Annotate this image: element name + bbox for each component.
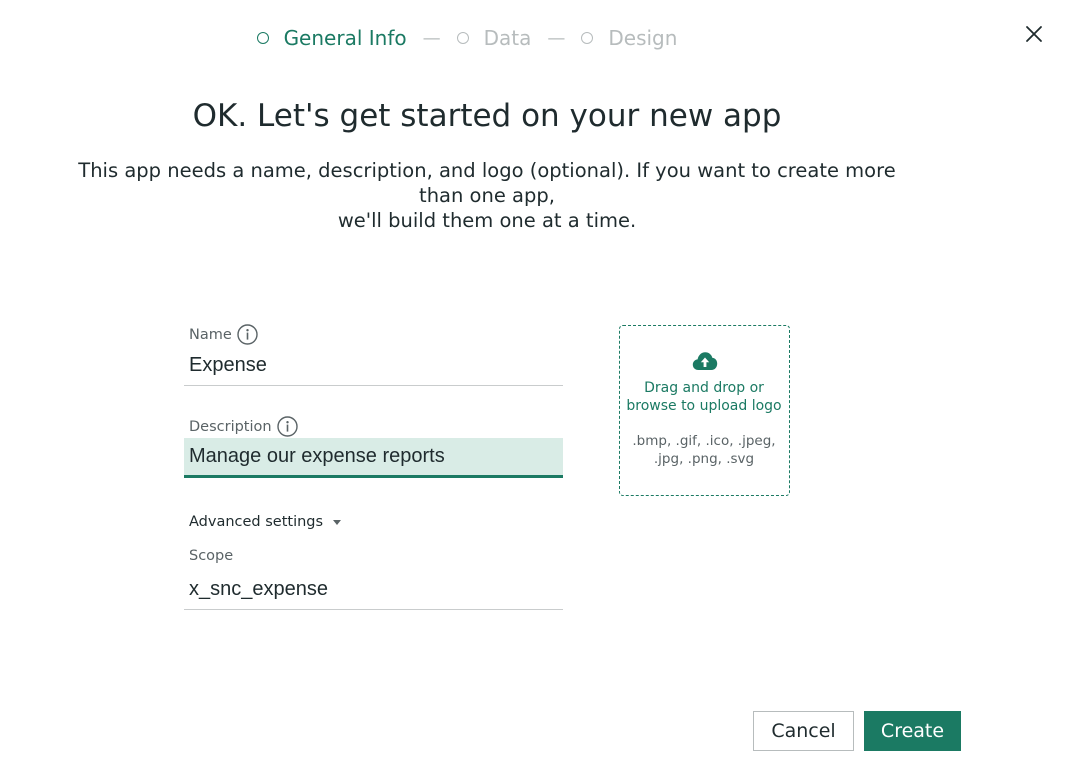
step-design[interactable]: Design bbox=[581, 26, 677, 50]
advanced-settings-label: Advanced settings bbox=[189, 514, 324, 530]
info-icon[interactable] bbox=[237, 324, 258, 345]
step-circle-icon bbox=[256, 32, 269, 44]
description-input[interactable] bbox=[184, 438, 563, 478]
progress-stepper: General Info — Data — Design bbox=[0, 26, 934, 50]
upload-instructions: Drag and drop or browse to upload logo bbox=[620, 379, 788, 415]
caret-down-icon bbox=[333, 519, 342, 525]
description-field-label: Description bbox=[189, 416, 298, 437]
formats-line: .jpg, .png, .svg bbox=[653, 451, 755, 467]
info-icon[interactable] bbox=[276, 416, 298, 437]
description-label-text: Description bbox=[189, 418, 272, 435]
close-icon bbox=[1026, 26, 1042, 42]
upload-text-line: Drag and drop or bbox=[644, 380, 764, 396]
step-label: General Info bbox=[283, 26, 407, 50]
subtitle-line: we'll build them one at a time. bbox=[337, 209, 637, 232]
step-label: Data bbox=[483, 26, 532, 50]
upload-formats: .bmp, .gif, .ico, .jpeg, .jpg, .png, .sv… bbox=[620, 432, 788, 468]
create-button[interactable]: Create bbox=[864, 711, 961, 751]
close-button[interactable] bbox=[1022, 22, 1046, 46]
step-separator: — bbox=[547, 27, 566, 49]
upload-text-line: browse to upload logo bbox=[626, 398, 782, 414]
step-circle-icon bbox=[456, 32, 469, 44]
formats-line: .bmp, .gif, .ico, .jpeg, bbox=[632, 433, 776, 449]
advanced-settings-toggle[interactable]: Advanced settings bbox=[189, 514, 342, 530]
step-separator: — bbox=[422, 27, 441, 49]
cancel-button[interactable]: Cancel bbox=[753, 711, 854, 751]
name-field-label: Name bbox=[189, 324, 258, 345]
subtitle-line: This app needs a name, description, and … bbox=[78, 159, 896, 207]
logo-upload-dropzone[interactable]: Drag and drop or browse to upload logo .… bbox=[619, 325, 790, 496]
cloud-upload-icon bbox=[692, 352, 718, 370]
name-input[interactable] bbox=[184, 346, 563, 386]
step-data[interactable]: Data bbox=[456, 26, 532, 50]
step-general-info[interactable]: General Info bbox=[256, 26, 407, 50]
create-app-dialog: General Info — Data — Design OK. Let's g… bbox=[0, 0, 1066, 772]
name-label-text: Name bbox=[189, 326, 232, 343]
scope-label-text: Scope bbox=[189, 548, 234, 564]
step-circle-icon bbox=[581, 32, 594, 44]
page-title: OK. Let's get started on your new app bbox=[192, 98, 782, 134]
page-subtitle: This app needs a name, description, and … bbox=[70, 158, 904, 233]
step-label: Design bbox=[608, 26, 678, 50]
scope-input[interactable] bbox=[184, 570, 563, 610]
scope-field-label: Scope bbox=[189, 548, 233, 564]
